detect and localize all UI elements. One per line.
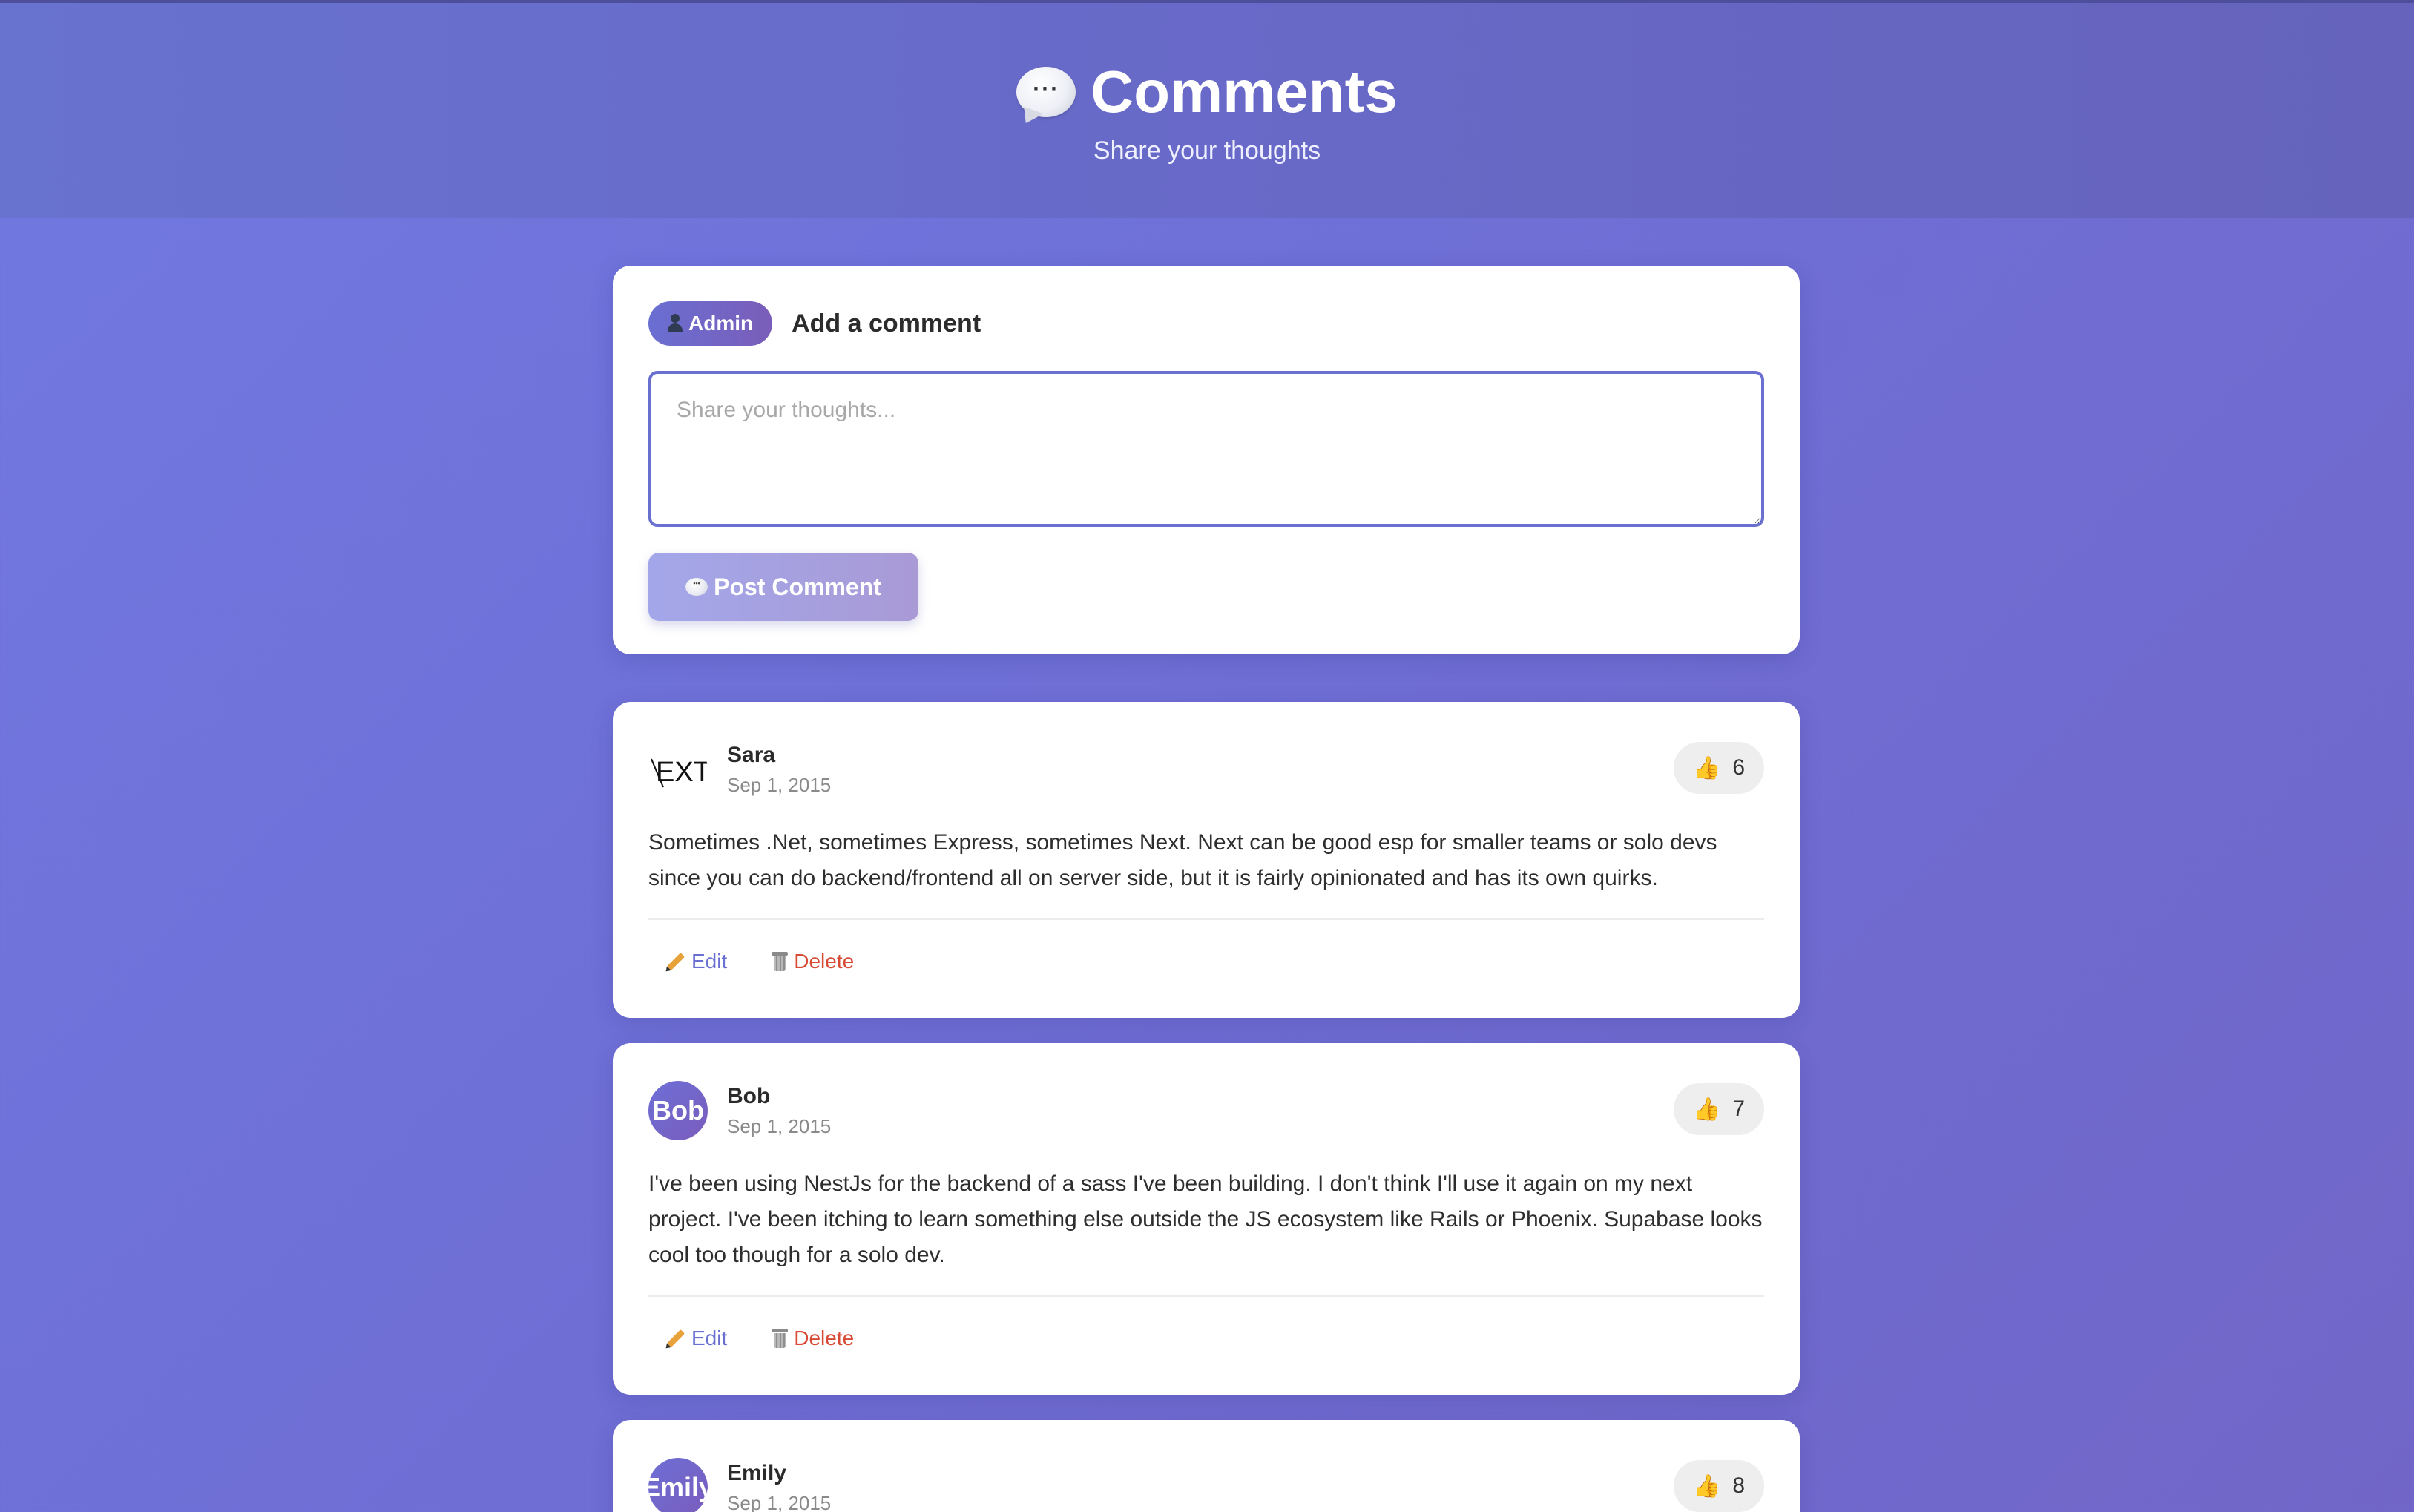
next-logo-icon: EXT bbox=[651, 757, 708, 788]
admin-badge: Admin bbox=[648, 301, 773, 346]
delete-button[interactable]: Delete bbox=[772, 1327, 854, 1350]
thumbs-up-icon: 👍 bbox=[1692, 1097, 1721, 1122]
post-comment-button[interactable]: Post Comment bbox=[648, 553, 918, 621]
like-button[interactable]: 👍 8 bbox=[1673, 1460, 1764, 1512]
comment-card: Bob Bob Sep 1, 2015 👍 7 I've been using … bbox=[613, 1043, 1800, 1395]
comment-text: Sometimes .Net, sometimes Express, somet… bbox=[648, 830, 1717, 890]
comment-text: I've been using NestJs for the backend o… bbox=[648, 1171, 1763, 1267]
comment-actions: Edit Delete bbox=[648, 1327, 1764, 1350]
comment-meta: Emily Sep 1, 2015 bbox=[727, 1461, 831, 1512]
edit-button[interactable]: Edit bbox=[666, 950, 727, 973]
admin-badge-label: Admin bbox=[688, 312, 754, 335]
composer-header: Admin Add a comment bbox=[648, 301, 1764, 346]
trash-icon bbox=[772, 1329, 789, 1348]
avatar: Emily bbox=[648, 1458, 708, 1512]
like-button[interactable]: 👍 7 bbox=[1673, 1083, 1764, 1135]
delete-button[interactable]: Delete bbox=[772, 950, 854, 973]
page-header: ··· Comments Share your thoughts bbox=[0, 0, 2414, 218]
comment-actions: Edit Delete bbox=[648, 950, 1764, 973]
avatar: EXT bbox=[648, 740, 708, 799]
comment-date: Sep 1, 2015 bbox=[727, 1114, 832, 1137]
pencil-icon bbox=[666, 952, 685, 971]
page-title: Comments bbox=[1091, 59, 1398, 125]
edit-button[interactable]: Edit bbox=[666, 1327, 727, 1350]
comment-card: Emily Emily Sep 1, 2015 👍 8 bbox=[613, 1420, 1800, 1512]
chat-bubble-icon: ··· bbox=[1016, 67, 1076, 117]
edit-label: Edit bbox=[691, 950, 728, 973]
delete-label: Delete bbox=[794, 950, 855, 973]
trash-icon bbox=[772, 952, 789, 971]
comment-author: Emily bbox=[727, 1460, 787, 1485]
comment-header: Bob Bob Sep 1, 2015 👍 7 bbox=[648, 1079, 1764, 1143]
page-subtitle: Share your thoughts bbox=[1093, 137, 1321, 165]
comment-input[interactable] bbox=[648, 371, 1764, 527]
composer-title: Add a comment bbox=[792, 309, 981, 338]
user-icon bbox=[668, 314, 683, 333]
comment-author: Bob bbox=[727, 1083, 771, 1108]
thumbs-up-icon: 👍 bbox=[1692, 1473, 1721, 1499]
post-comment-label: Post Comment bbox=[714, 573, 881, 600]
comment-composer: Admin Add a comment Post Comment bbox=[613, 266, 1800, 654]
comment-date: Sep 1, 2015 bbox=[727, 1491, 832, 1512]
thumbs-up-icon: 👍 bbox=[1692, 755, 1721, 780]
divider bbox=[648, 1295, 1764, 1297]
divider bbox=[648, 918, 1764, 920]
like-count: 6 bbox=[1732, 755, 1745, 780]
chat-bubble-icon bbox=[685, 578, 708, 596]
avatar: Bob bbox=[648, 1081, 708, 1140]
svg-text:EXT: EXT bbox=[656, 757, 708, 788]
comment-date: Sep 1, 2015 bbox=[727, 773, 832, 796]
header-title-row: ··· Comments bbox=[0, 55, 2414, 129]
comment-meta: Bob Sep 1, 2015 bbox=[727, 1084, 831, 1138]
like-count: 8 bbox=[1732, 1473, 1745, 1498]
edit-label: Edit bbox=[691, 1327, 728, 1350]
comment-card: EXT Sara Sep 1, 2015 👍 6 Sometimes .Net,… bbox=[613, 702, 1800, 1018]
comment-header: Emily Emily Sep 1, 2015 👍 8 bbox=[648, 1456, 1764, 1512]
delete-label: Delete bbox=[794, 1327, 855, 1350]
comment-header: EXT Sara Sep 1, 2015 👍 6 bbox=[648, 737, 1764, 801]
pencil-icon bbox=[666, 1329, 685, 1348]
like-button[interactable]: 👍 6 bbox=[1673, 742, 1764, 794]
like-count: 7 bbox=[1732, 1097, 1745, 1121]
comment-author: Sara bbox=[727, 742, 776, 767]
comment-meta: Sara Sep 1, 2015 bbox=[727, 743, 831, 797]
